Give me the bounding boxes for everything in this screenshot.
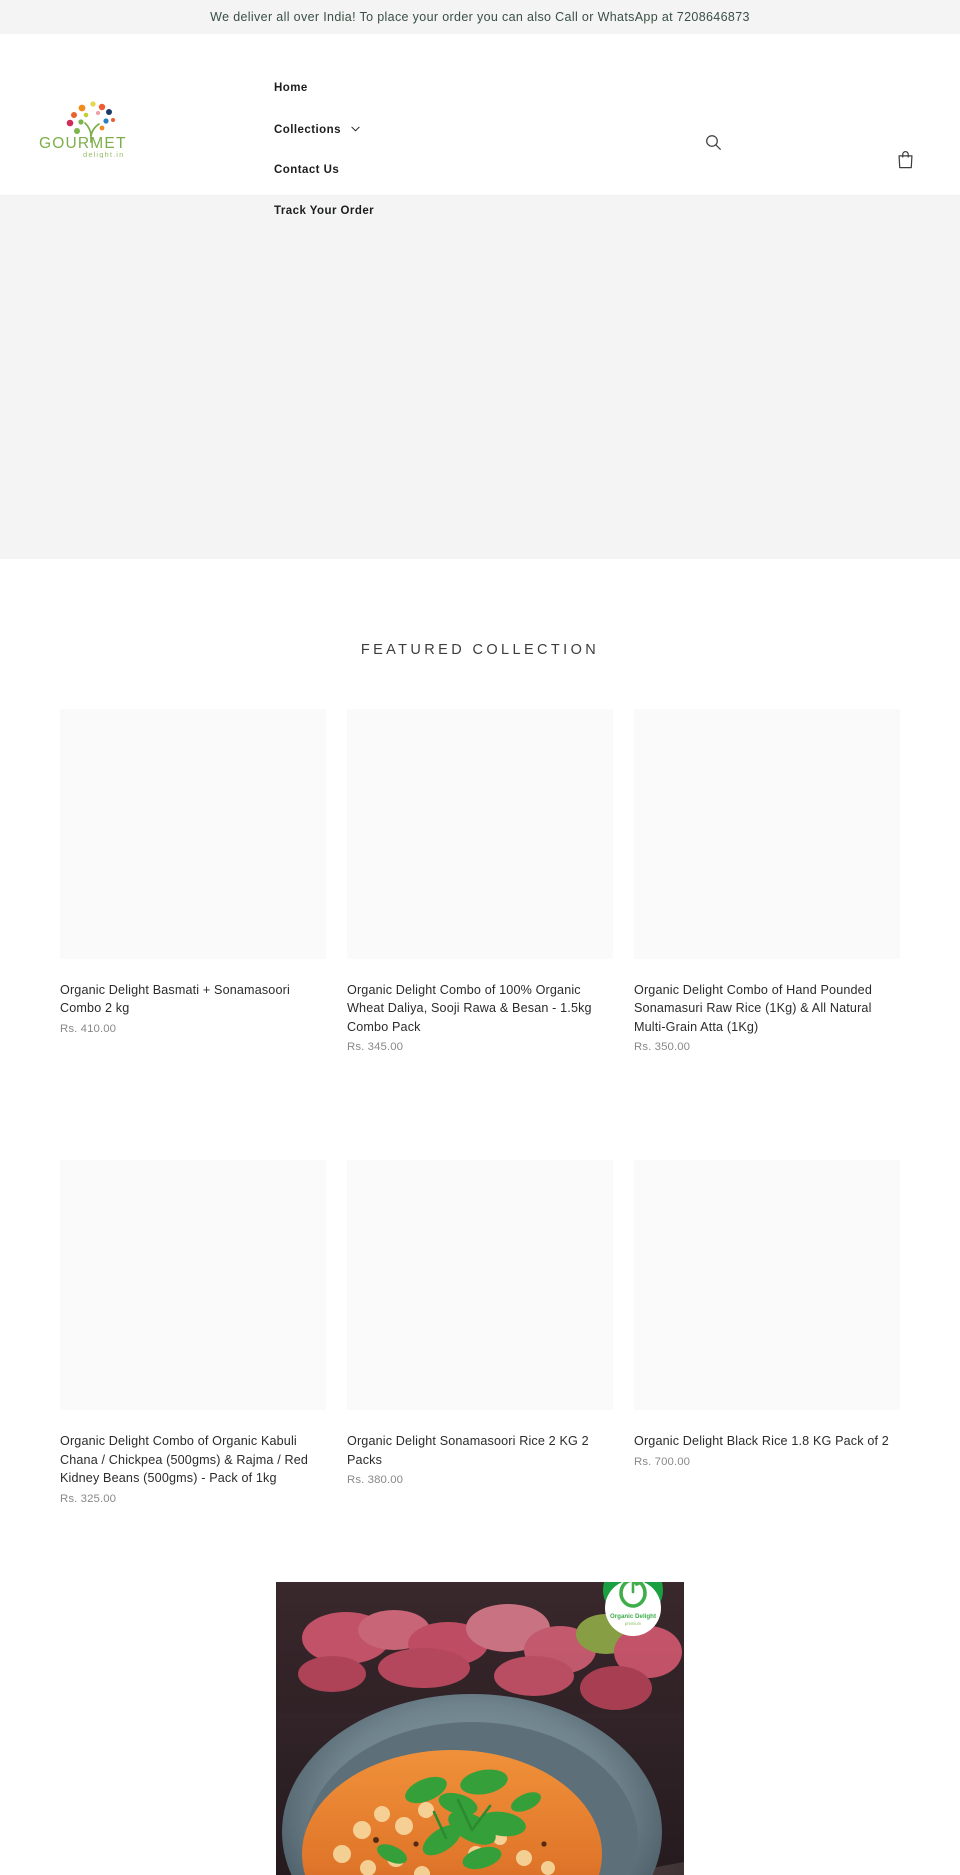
product-price: Rs. 350.00 [634, 1041, 691, 1053]
nav-item-label: Collections [274, 124, 341, 136]
product-grid-row-2: Organic Delight Combo of Organic Kabuli … [0, 1109, 960, 1526]
product-card[interactable]: Organic Delight Combo of 100% Organic Wh… [347, 708, 613, 1075]
nav-item-contact-us[interactable]: Contact Us [274, 150, 554, 191]
shopping-bag-icon [897, 150, 913, 168]
product-title: Organic Delight Basmati + Sonamasoori Co… [60, 982, 290, 1016]
chevron-down-icon [350, 109, 360, 150]
featured-collection-title: Featured collection [360, 642, 600, 658]
product-image-placeholder [60, 1160, 326, 1410]
brand-badge: Organic Delight premium [600, 1581, 666, 1648]
nav-item-track-your-order[interactable]: Track Your Order [274, 191, 554, 232]
featured-collection-section: Featured collection Organic Delight Basm… [0, 559, 960, 1526]
product-price: Rs. 345.00 [347, 1041, 404, 1053]
announcement-bar: We deliver all over India! To place your… [0, 0, 960, 34]
product-price: Rs. 410.00 [60, 1022, 117, 1035]
product-card[interactable]: Organic Delight Black Rice 1.8 KG Pack o… [634, 1160, 900, 1526]
product-card[interactable]: Organic Delight Combo of Organic Kabuli … [60, 1160, 326, 1526]
feature-image[interactable]: Organic Delight premium [276, 1581, 684, 1875]
product-title: Organic Delight Black Rice 1.8 KG Pack o… [634, 1434, 889, 1448]
site-logo[interactable]: GOURMET delight.in [36, 96, 156, 158]
product-price: Rs. 325.00 [60, 1492, 117, 1505]
site-header: GOURMET delight.in Home Collections Cont… [0, 34, 960, 217]
product-image-placeholder [634, 1160, 900, 1410]
nav-item-label: Track Your Order [274, 205, 375, 217]
search-button[interactable] [700, 129, 726, 155]
page-root: We deliver all over India! To place your… [0, 0, 960, 1875]
product-price: Rs. 380.00 [347, 1474, 404, 1486]
main-navigation: Home Collections Contact Us Track Your O… [274, 68, 554, 232]
product-title: Organic Delight Combo of 100% Organic Wh… [347, 982, 592, 1034]
nav-item-collections[interactable]: Collections [274, 109, 554, 150]
svg-text:premium: premium [625, 1621, 642, 1626]
announcement-text: We deliver all over India! To place your… [210, 9, 750, 24]
product-card[interactable]: Organic Delight Basmati + Sonamasoori Co… [60, 708, 326, 1075]
hero-slideshow[interactable] [0, 196, 960, 559]
product-grid-row-1: Organic Delight Basmati + Sonamasoori Co… [0, 658, 960, 1075]
product-title: Organic Delight Combo of Hand Pounded So… [634, 982, 872, 1034]
nav-item-label: Contact Us [274, 164, 340, 176]
product-card[interactable]: Organic Delight Sonamasoori Rice 2 KG 2 … [347, 1160, 613, 1526]
product-image-placeholder [347, 708, 613, 959]
product-card[interactable]: Organic Delight Combo of Hand Pounded So… [634, 708, 900, 1075]
feature-image-section: Organic Delight premium [0, 1581, 960, 1875]
svg-text:Organic Delight: Organic Delight [610, 1613, 656, 1620]
product-image-placeholder [60, 708, 326, 959]
nav-item-home[interactable]: Home [274, 68, 554, 109]
nav-item-label: Home [274, 82, 308, 94]
svg-text:delight.in: delight.in [83, 150, 124, 158]
cart-button[interactable] [892, 146, 918, 172]
organic-delight-badge-icon: Organic Delight premium [603, 1581, 663, 1636]
product-title: Organic Delight Sonamasoori Rice 2 KG 2 … [347, 1434, 589, 1467]
product-title: Organic Delight Combo of Organic Kabuli … [60, 1434, 309, 1485]
product-price: Rs. 700.00 [634, 1455, 691, 1468]
product-image-placeholder [634, 708, 900, 959]
search-icon [705, 134, 721, 150]
gourmet-delight-logo-icon: GOURMET delight.in [39, 101, 125, 158]
product-image-placeholder [347, 1160, 613, 1410]
